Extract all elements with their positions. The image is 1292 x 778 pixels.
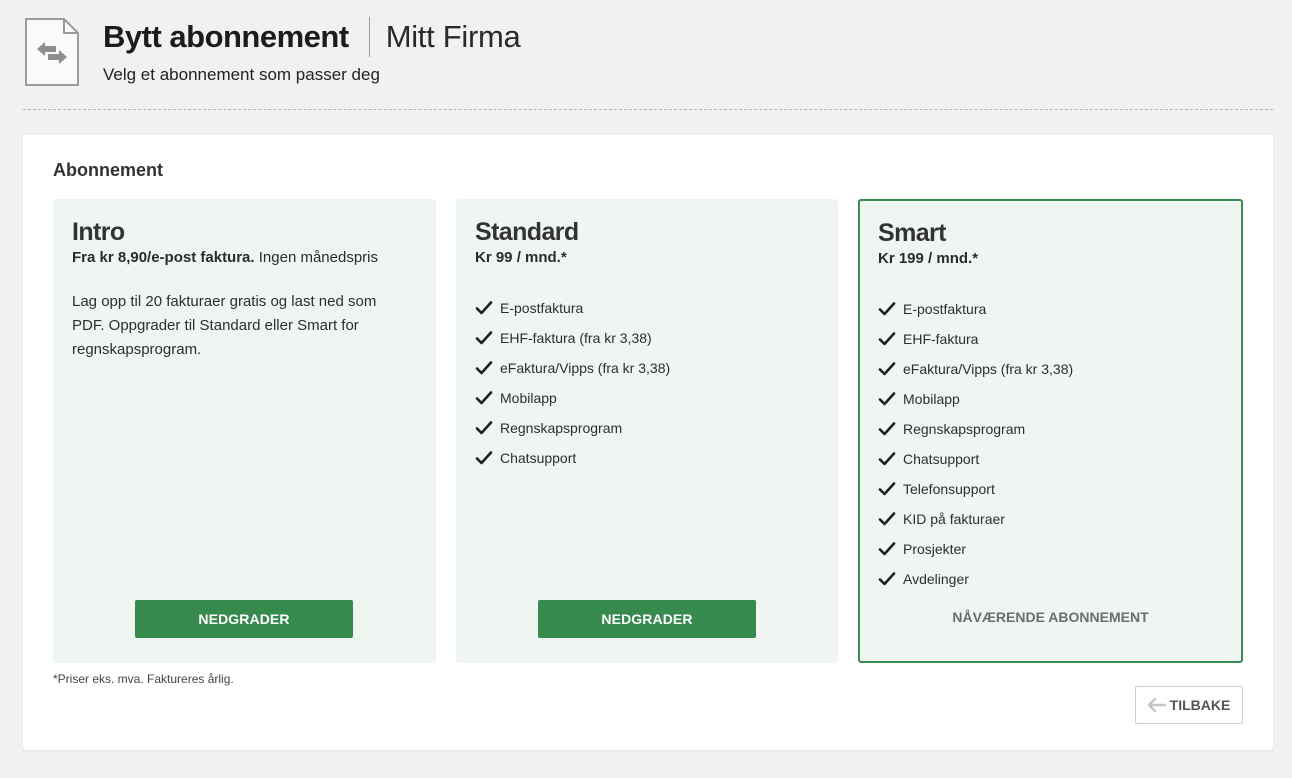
check-icon: [475, 451, 493, 465]
check-icon: [475, 421, 493, 435]
current-plan-label: NÅVÆRENDE ABONNEMENT: [952, 609, 1149, 625]
title-divider: [368, 17, 370, 57]
swap-document-icon: [25, 18, 79, 86]
feature-label: Mobilapp: [903, 391, 960, 407]
feature-label: EHF-faktura (fra kr 3,38): [500, 330, 652, 346]
plan-price: Kr 199 / mnd.*: [878, 250, 978, 267]
feature-label: EHF-faktura: [903, 331, 979, 347]
check-icon: [878, 542, 896, 556]
plan-price-main: Kr 199 / mnd.*: [878, 250, 979, 267]
page-header: Bytt abonnement Mitt Firma Velg et abonn…: [23, 16, 1273, 110]
feature-item: Chatsupport: [475, 443, 670, 473]
plan-price: Kr 99 / mnd.*: [475, 249, 567, 266]
feature-label: Telefonsupport: [903, 481, 995, 497]
check-icon: [878, 482, 896, 496]
check-icon: [878, 362, 896, 376]
subscription-panel: Abonnement Intro Fra kr 8,90/e-post fakt…: [23, 135, 1273, 750]
check-icon: [878, 512, 896, 526]
plan-name: Intro: [72, 218, 125, 246]
feature-item: Regnskapsprogram: [475, 413, 670, 443]
check-icon: [475, 331, 493, 345]
plan-price: Fra kr 8,90/e-post faktura. Ingen måneds…: [72, 249, 378, 266]
feature-item: Chatsupport: [878, 444, 1073, 474]
back-button-label: TILBAKE: [1169, 697, 1231, 713]
page-title: Bytt abonnement: [103, 19, 349, 54]
plan-card-intro: Intro Fra kr 8,90/e-post faktura. Ingen …: [53, 199, 436, 663]
feature-label: Mobilapp: [500, 390, 557, 406]
feature-item: EHF-faktura (fra kr 3,38): [475, 323, 670, 353]
plan-price-note: Ingen månedspris: [254, 249, 378, 266]
plan-description: Lag opp til 20 fakturaer gratis og last …: [72, 293, 377, 358]
feature-item: eFaktura/Vipps (fra kr 3,38): [878, 354, 1073, 384]
feature-label: E-postfaktura: [903, 301, 987, 317]
check-icon: [878, 302, 896, 316]
company-name: Mitt Firma: [385, 19, 521, 54]
feature-label: eFaktura/Vipps (fra kr 3,38): [500, 360, 671, 376]
plan-card-standard: Standard Kr 99 / mnd.* E-postfaktura EHF…: [456, 199, 838, 663]
feature-item: Prosjekter: [878, 534, 1073, 564]
feature-label: Regnskapsprogram: [903, 421, 1026, 437]
check-icon: [878, 332, 896, 346]
feature-label: Regnskapsprogram: [500, 420, 623, 436]
feature-label: Prosjekter: [903, 541, 967, 557]
feature-list: E-postfaktura EHF-faktura eFaktura/Vipps…: [878, 294, 1073, 594]
page-subtitle: Velg et abonnement som passer deg: [103, 65, 380, 84]
plan-price-main: Fra kr 8,90/e-post faktura.: [72, 249, 255, 266]
feature-label: Avdelinger: [903, 571, 969, 587]
plan-name: Standard: [475, 218, 579, 246]
feature-item: Mobilapp: [878, 384, 1073, 414]
feature-label: Chatsupport: [903, 451, 980, 467]
plan-name: Smart: [878, 219, 946, 247]
check-icon: [475, 391, 493, 405]
price-footnote: *Priser eks. mva. Faktureres årlig.: [53, 672, 234, 686]
feature-label: E-postfaktura: [500, 300, 584, 316]
feature-item: Telefonsupport: [878, 474, 1073, 504]
feature-item: E-postfaktura: [475, 293, 670, 323]
plan-price-main: Kr 99 / mnd.*: [475, 249, 567, 266]
feature-label: eFaktura/Vipps (fra kr 3,38): [903, 361, 1074, 377]
feature-item: EHF-faktura: [878, 324, 1073, 354]
check-icon: [878, 422, 896, 436]
feature-item: eFaktura/Vipps (fra kr 3,38): [475, 353, 670, 383]
panel-title: Abonnement: [53, 160, 163, 180]
downgrade-standard-button[interactable]: NEDGRADER: [538, 600, 756, 638]
feature-item: Regnskapsprogram: [878, 414, 1073, 444]
check-icon: [475, 301, 493, 315]
check-icon: [878, 452, 896, 466]
feature-label: Chatsupport: [500, 450, 577, 466]
feature-label: KID på fakturaer: [903, 511, 1005, 527]
plan-card-smart: Smart Kr 199 / mnd.* E-postfaktura EHF-f…: [858, 199, 1243, 663]
feature-item: E-postfaktura: [878, 294, 1073, 324]
feature-item: KID på fakturaer: [878, 504, 1073, 534]
feature-item: Mobilapp: [475, 383, 670, 413]
downgrade-intro-button[interactable]: NEDGRADER: [135, 600, 353, 638]
feature-list: E-postfaktura EHF-faktura (fra kr 3,38) …: [475, 293, 670, 473]
check-icon: [878, 572, 896, 586]
feature-item: Avdelinger: [878, 564, 1073, 594]
check-icon: [475, 361, 493, 375]
arrow-left-icon: [1147, 698, 1166, 712]
back-button[interactable]: TILBAKE: [1135, 686, 1243, 724]
check-icon: [878, 392, 896, 406]
